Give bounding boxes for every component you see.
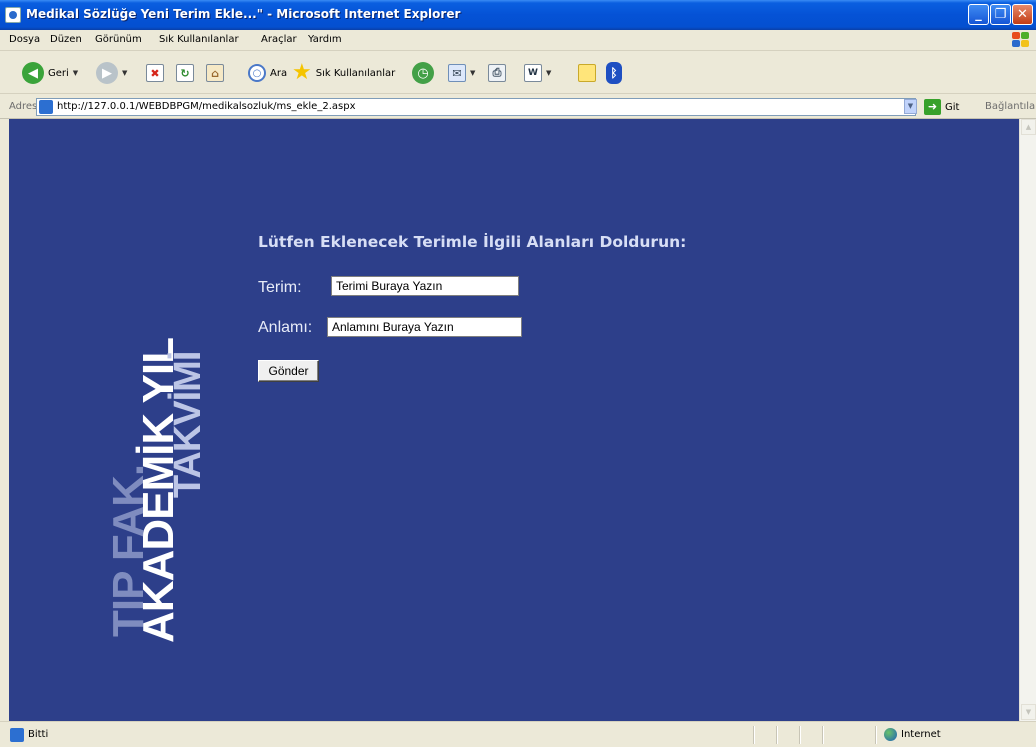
maximize-button[interactable]: ❐ (990, 4, 1011, 25)
ie-page-icon (5, 7, 21, 23)
go-arrow-icon: ➜ (924, 99, 941, 115)
search-button[interactable]: ○ Ara (248, 60, 287, 86)
chevron-down-icon: ▼ (72, 69, 79, 77)
term-label: Terim: (258, 279, 302, 296)
minimize-button[interactable]: _ (968, 4, 989, 25)
print-button[interactable]: ⎙ (488, 60, 506, 86)
menu-yardim[interactable]: Yardım (308, 34, 342, 45)
status-divider (875, 726, 876, 744)
windows-flag-icon (1010, 31, 1032, 49)
mail-icon: ✉ (448, 64, 466, 82)
address-input[interactable]: http://127.0.0.1/WEBDBPGM/medikalsozluk/… (36, 98, 916, 116)
status-divider (753, 726, 754, 744)
chevron-down-icon: ▼ (470, 69, 476, 77)
bluetooth-button[interactable]: ᛒ (606, 60, 622, 86)
address-url: http://127.0.0.1/WEBDBPGM/medikalsozluk/… (57, 101, 356, 112)
status-divider (799, 726, 800, 744)
scroll-up-button[interactable]: ▲ (1021, 119, 1036, 135)
status-text: Bitti (28, 729, 49, 740)
print-icon: ⎙ (488, 64, 506, 82)
meaning-label: Anlamı: (258, 319, 313, 336)
word-icon: W (524, 64, 542, 82)
stop-icon: ✖ (146, 64, 164, 82)
back-button[interactable]: ◀ Geri ▼ (22, 60, 78, 86)
search-label: Ara (270, 67, 288, 79)
back-arrow-icon: ◀ (22, 62, 44, 84)
page-content: TIP FAK. AKADEMİK YIL TAKVİMİ Lütfen Ekl… (9, 119, 1019, 721)
edit-button[interactable]: W ▼ (524, 60, 551, 86)
address-dropdown-button[interactable]: ▼ (904, 99, 917, 114)
links-label[interactable]: Bağlantılar (985, 101, 1036, 112)
title-bar: Medikal Sözlüğe Yeni Terim Ekle..." - Mi… (0, 0, 1036, 30)
status-bar: Bitti Internet (0, 721, 1036, 747)
back-label: Geri (48, 67, 69, 79)
globe-icon (884, 728, 897, 741)
address-label: Adres (9, 101, 38, 112)
favorites-label: Sık Kullanılanlar (315, 67, 396, 79)
term-input[interactable] (331, 276, 519, 296)
star-icon: ★ (292, 60, 312, 85)
menu-gorunum[interactable]: Görünüm (95, 34, 142, 45)
chevron-down-icon: ▼ (122, 69, 128, 77)
submit-button[interactable]: Gönder (258, 360, 319, 382)
vertical-scrollbar[interactable]: ▲ ▼ (1019, 119, 1036, 721)
logo-takvimi: TAKVİMİ (167, 351, 209, 498)
refresh-icon: ↻ (176, 64, 194, 82)
status-divider (776, 726, 777, 744)
window-title: Medikal Sözlüğe Yeni Terim Ekle..." - Mi… (26, 7, 461, 21)
meaning-input[interactable] (327, 317, 522, 337)
history-icon: ◷ (412, 62, 434, 84)
menu-duzen[interactable]: Düzen (50, 34, 82, 45)
history-button[interactable]: ◷ (412, 60, 434, 86)
go-button[interactable]: ➜ Git (924, 99, 959, 115)
menu-bar: Dosya Düzen Görünüm Sık Kullanılanlar Ar… (0, 30, 1036, 51)
chevron-down-icon: ▼ (546, 69, 552, 77)
menu-sik-kullanilanlar[interactable]: Sık Kullanılanlar (159, 34, 239, 45)
menu-dosya[interactable]: Dosya (9, 34, 40, 45)
close-button[interactable]: ✕ (1012, 4, 1033, 25)
menu-araclar[interactable]: Araçlar (261, 34, 297, 45)
favorites-button[interactable]: ★ Sık Kullanılanlar (292, 60, 395, 86)
mail-button[interactable]: ✉ ▼ (448, 60, 475, 86)
security-zone: Internet (901, 729, 941, 740)
status-divider (822, 726, 823, 744)
forward-button[interactable]: ▶ ▼ (96, 60, 127, 86)
stop-button[interactable]: ✖ (146, 60, 164, 86)
address-bar: Adres http://127.0.0.1/WEBDBPGM/medikals… (0, 95, 1036, 119)
note-icon (578, 64, 596, 82)
search-icon: ○ (248, 64, 266, 82)
go-label: Git (945, 101, 960, 113)
refresh-button[interactable]: ↻ (176, 60, 194, 86)
note-button[interactable] (578, 60, 596, 86)
bluetooth-icon: ᛒ (606, 62, 622, 84)
page-done-icon (10, 728, 24, 742)
scroll-down-button[interactable]: ▼ (1021, 704, 1036, 720)
forward-arrow-icon: ▶ (96, 62, 118, 84)
home-button[interactable]: ⌂ (206, 60, 224, 86)
home-icon: ⌂ (206, 64, 224, 82)
toolbar: ◀ Geri ▼ ▶ ▼ ✖ ↻ ⌂ ○ Ara ★ Sık Kullanıla… (0, 52, 1036, 94)
form-title: Lütfen Eklenecek Terimle İlgili Alanları… (258, 233, 687, 251)
page-icon (39, 100, 53, 114)
